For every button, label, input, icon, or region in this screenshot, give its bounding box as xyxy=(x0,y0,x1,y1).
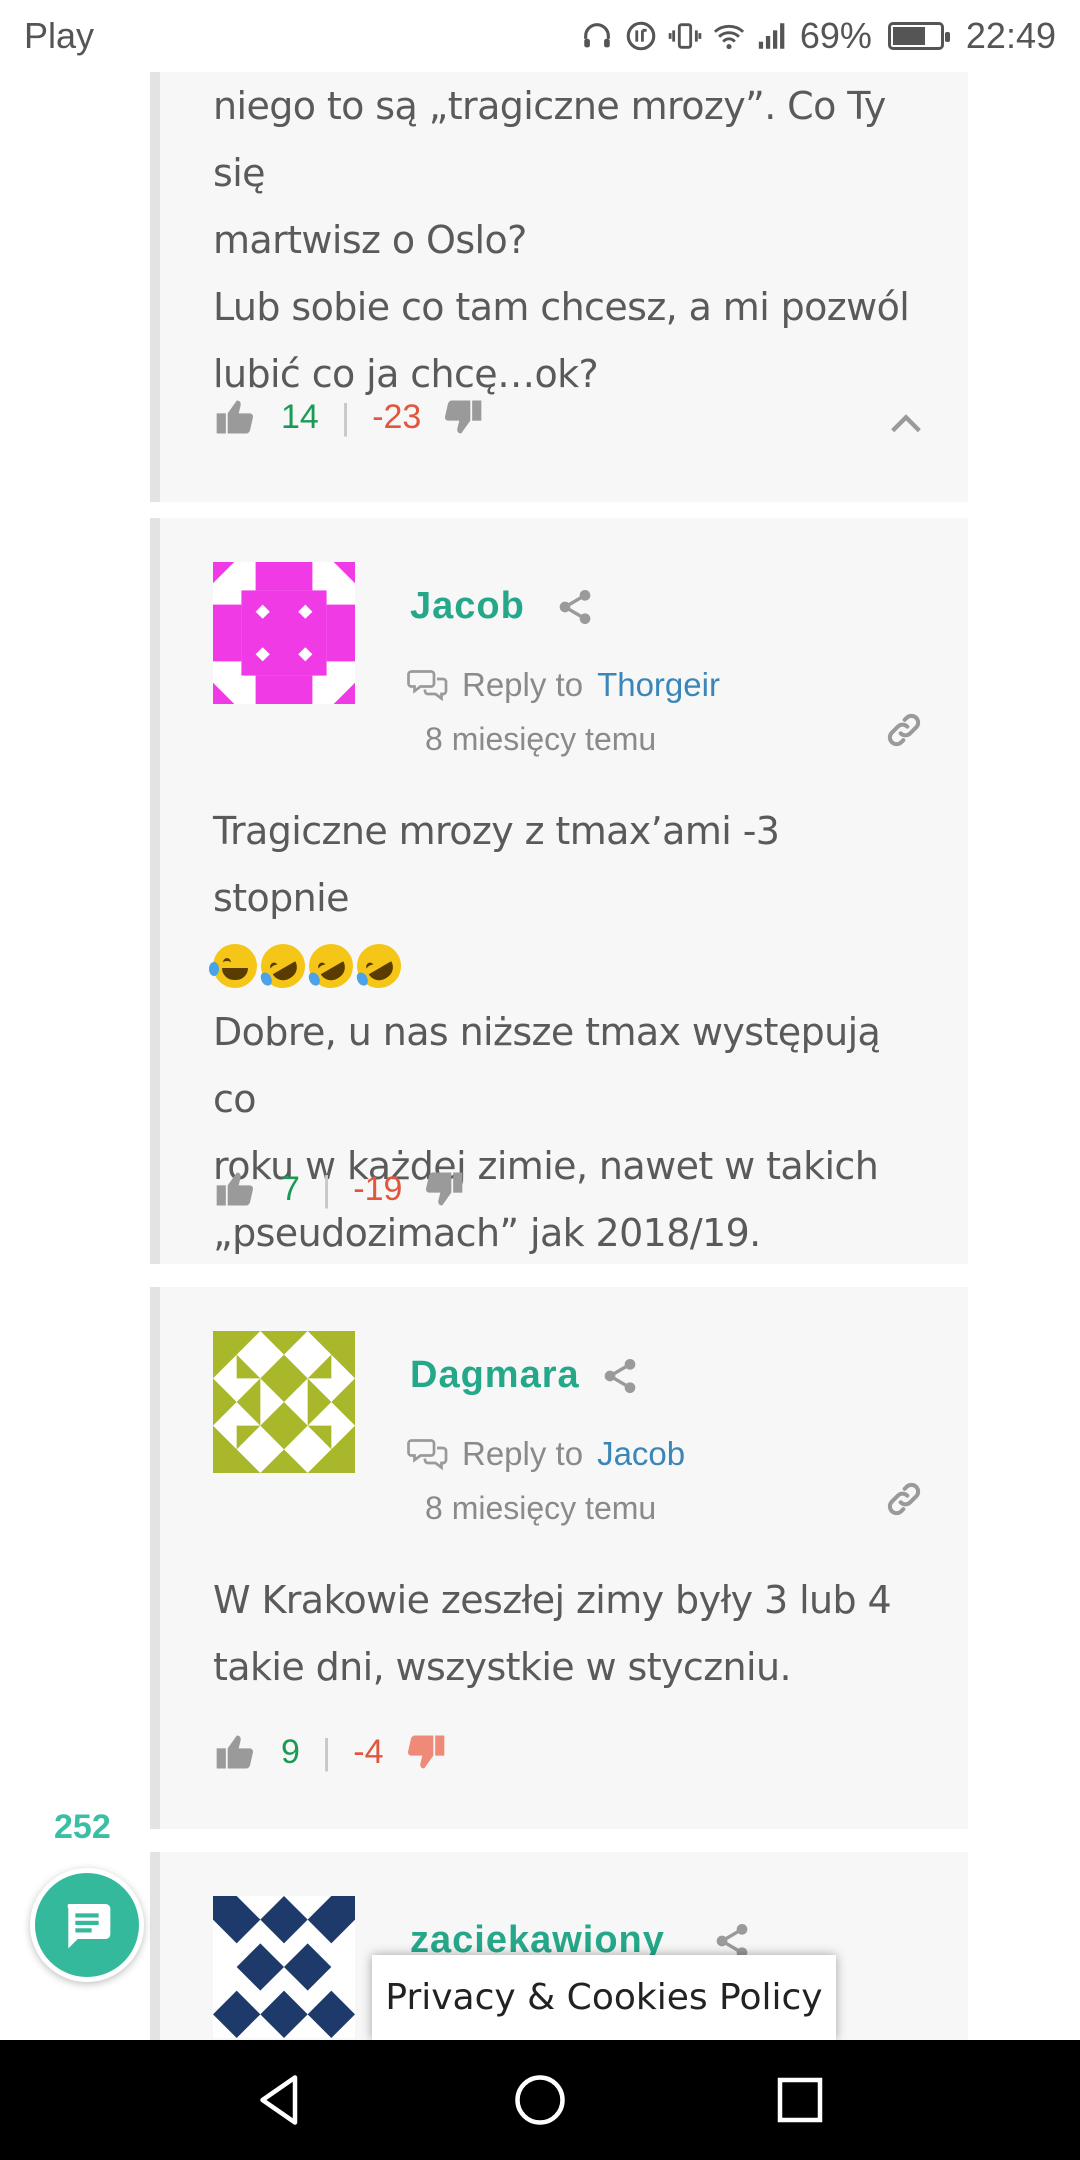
share-icon[interactable] xyxy=(600,1356,640,1396)
rolling-on-the-floor-laughing-emoji-icon xyxy=(300,935,362,996)
comment-timestamp[interactable]: 8 miesięcy temu xyxy=(425,1490,656,1527)
thumbs-down-icon[interactable] xyxy=(422,1167,466,1211)
reply-to-label: Reply to xyxy=(462,666,584,703)
comment-body: niego to są „tragiczne mrozy”. Co Ty się… xyxy=(213,73,913,408)
comment-body: W Krakowie zeszłej zimy były 3 lub 4 tak… xyxy=(213,1567,913,1701)
rolling-on-the-floor-laughing-emoji-icon xyxy=(252,935,314,996)
downvote-count: -23 xyxy=(372,397,422,436)
comment-text-line: Lub sobie co tam chcesz, a mi pozwól xyxy=(213,285,910,329)
comments-list: niego to są „tragiczne mrozy”. Co Ty się… xyxy=(0,72,1080,2040)
comment-text-line: takie dni, wszystkie w styczniu. xyxy=(213,1645,792,1689)
vote-divider: | xyxy=(321,1168,332,1209)
upvote-count: 9 xyxy=(281,1732,300,1771)
vote-divider: | xyxy=(321,1731,332,1772)
comment: niego to są „tragiczne mrozy”. Co Ty się… xyxy=(150,72,968,502)
thumbs-up-icon[interactable] xyxy=(213,395,257,439)
comment-author[interactable]: Jacob xyxy=(410,585,525,628)
upvote-count: 7 xyxy=(281,1169,300,1208)
chat-bubble-icon xyxy=(67,1904,111,1949)
comment: Jacob Reply to Thorgeir 8 miesięcy temu … xyxy=(150,518,968,1264)
vote-bar: 7 | -19 xyxy=(213,1167,466,1211)
data-saver-icon xyxy=(626,21,656,51)
comment-text-line: niego to są „tragiczne mrozy”. Co Ty się xyxy=(213,84,886,195)
comment-count: 252 xyxy=(54,1808,111,1846)
signal-icon xyxy=(758,23,785,49)
comment-timestamp[interactable]: 8 miesięcy temu xyxy=(425,721,656,758)
clock: 22:49 xyxy=(965,15,1056,56)
comment-author[interactable]: Dagmara xyxy=(410,1354,580,1397)
vote-divider: | xyxy=(340,396,351,437)
comment-text-line: Dobre, u nas niższe tmax występują co xyxy=(213,1010,881,1121)
reply-to-link[interactable]: Thorgeir xyxy=(597,666,720,704)
upvote-count: 14 xyxy=(281,397,319,436)
carrier-name: Play xyxy=(24,15,95,56)
thumbs-up-icon[interactable] xyxy=(213,1730,257,1774)
collapse-chevron-up-icon[interactable] xyxy=(886,404,926,444)
recent-apps-icon[interactable] xyxy=(770,2070,830,2130)
permalink-icon[interactable] xyxy=(884,710,924,750)
replies-icon xyxy=(407,670,448,702)
thumbs-down-icon[interactable] xyxy=(404,1730,448,1774)
battery-level xyxy=(892,27,925,45)
downvote-count: -19 xyxy=(353,1169,403,1208)
navigation-bar xyxy=(0,2040,1080,2160)
comments-button[interactable] xyxy=(30,1868,144,1982)
battery-percent: 69% xyxy=(799,15,872,56)
face-with-tears-of-joy-emoji-icon xyxy=(209,943,257,988)
thumbs-down-icon[interactable] xyxy=(441,395,485,439)
privacy-cookies-label: Privacy & Cookies Policy xyxy=(385,1977,823,2018)
back-icon[interactable] xyxy=(250,2070,310,2130)
comment-text-line: martwisz o Oslo? xyxy=(213,218,527,262)
vote-bar: 14 | -23 xyxy=(213,395,485,439)
avatar[interactable] xyxy=(213,1896,355,2038)
wifi-icon xyxy=(713,24,744,50)
reply-to-line: Reply to Thorgeir xyxy=(406,666,720,704)
downvote-count: -4 xyxy=(353,1732,384,1771)
permalink-icon[interactable] xyxy=(884,1479,924,1519)
rolling-on-the-floor-laughing-emoji-icon xyxy=(348,935,410,996)
vibrate-icon xyxy=(668,23,702,49)
comment: Dagmara Reply to Jacob 8 miesięcy temu W… xyxy=(150,1287,968,1829)
thumbs-up-icon[interactable] xyxy=(213,1167,257,1211)
status-bar: Play 69% 22:49 xyxy=(0,0,1080,72)
comment-text-line: Tragiczne mrozy z tmax’ami -3 stopnie xyxy=(213,809,780,920)
headset-icon xyxy=(583,23,610,48)
battery-icon xyxy=(887,22,950,50)
share-icon[interactable] xyxy=(555,587,595,627)
emoji-row xyxy=(209,932,913,999)
reply-to-link[interactable]: Jacob xyxy=(597,1435,685,1473)
avatar[interactable] xyxy=(213,562,355,704)
privacy-cookies-policy-button[interactable]: Privacy & Cookies Policy xyxy=(372,1955,836,2040)
avatar[interactable] xyxy=(213,1331,355,1473)
reply-to-label: Reply to xyxy=(462,1435,584,1472)
reply-to-line: Reply to Jacob xyxy=(406,1435,685,1473)
home-icon[interactable] xyxy=(510,2070,570,2130)
vote-bar: 9 | -4 xyxy=(213,1730,448,1774)
replies-icon xyxy=(407,1439,448,1471)
status-icons: 69% 22:49 xyxy=(580,15,1056,57)
comment-text-line: W Krakowie zeszłej zimy były 3 lub 4 xyxy=(213,1578,892,1622)
